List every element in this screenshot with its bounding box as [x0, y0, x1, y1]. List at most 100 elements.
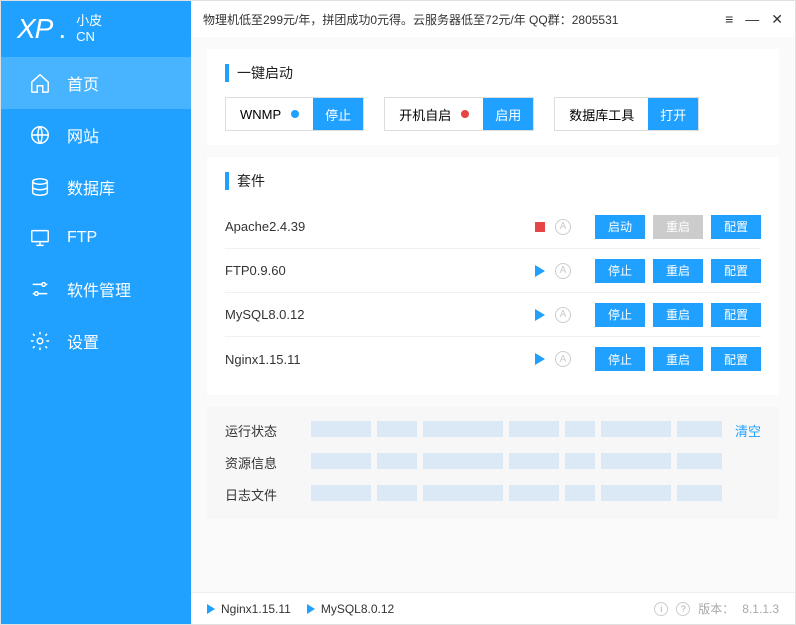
status-label: 资源信息: [225, 453, 295, 473]
component-name: Apache2.4.39: [225, 219, 535, 234]
status-row: 运行状态: [225, 421, 761, 441]
promo-text: 物理机低至299元/年，拼团成功0元得。云服务器低至72元/年 QQ群：2805…: [203, 11, 725, 28]
footer-running-item: Nginx1.15.11: [207, 602, 291, 616]
blurred-content: [565, 485, 595, 501]
config-button[interactable]: 配置: [711, 303, 761, 327]
component-row: Nginx1.15.11 A 停止重启配置: [225, 337, 761, 381]
action-button[interactable]: 停止: [595, 259, 645, 283]
nav-item-database[interactable]: 数据库: [1, 161, 191, 213]
auto-icon[interactable]: A: [555, 219, 571, 235]
main: 物理机低至299元/年，拼团成功0元得。云服务器低至72元/年 QQ群：2805…: [191, 1, 795, 624]
restart-button[interactable]: 重启: [653, 303, 703, 327]
gear-icon: [29, 330, 51, 352]
play-icon: [307, 604, 315, 614]
version-value: 8.1.1.3: [742, 602, 779, 616]
auto-icon[interactable]: A: [555, 351, 571, 367]
nav-item-home[interactable]: 首页: [1, 57, 191, 109]
footer-right: i ? 版本： 8.1.1.3: [654, 600, 779, 617]
action-button[interactable]: 启动: [595, 215, 645, 239]
minimize-icon[interactable]: —: [745, 11, 759, 28]
component-row: FTP0.9.60 A 停止重启配置: [225, 249, 761, 293]
blurred-content: [423, 421, 503, 437]
blurred-content: [377, 453, 417, 469]
component-row: Apache2.4.39 A 启动重启配置: [225, 205, 761, 249]
play-icon: [535, 353, 545, 365]
info-icon[interactable]: i: [654, 602, 668, 616]
close-icon[interactable]: ✕: [771, 11, 783, 28]
quick-button[interactable]: 启用: [483, 98, 533, 130]
component-name: Nginx1.15.11: [225, 352, 535, 367]
component-list: Apache2.4.39A启动重启配置FTP0.9.60A停止重启配置MySQL…: [225, 205, 761, 381]
window-controls: ≡ — ✕: [725, 11, 783, 28]
nav-label: 数据库: [67, 175, 115, 199]
monitor-icon: [29, 227, 51, 249]
menu-icon[interactable]: ≡: [725, 11, 733, 28]
blurred-content: [565, 421, 595, 437]
status-label: 运行状态: [225, 421, 295, 441]
titlebar: 物理机低至299元/年，拼团成功0元得。云服务器低至72元/年 QQ群：2805…: [191, 1, 795, 37]
config-button[interactable]: 配置: [711, 347, 761, 371]
component-status: A: [535, 351, 595, 367]
blurred-content: [677, 421, 722, 437]
section-title: 套件: [225, 171, 761, 191]
logo-text-xp: XP: [17, 13, 52, 45]
blurred-content: [377, 485, 417, 501]
blurred-content: [601, 421, 671, 437]
stop-icon: [535, 222, 545, 232]
quick-button[interactable]: 停止: [313, 98, 363, 130]
blurred-content: [423, 485, 503, 501]
logo-text-cn: 小皮 CN: [76, 13, 102, 44]
quick-start-section: 一键启动 WNMP停止开机自启启用数据库工具打开: [207, 49, 779, 145]
status-label: 日志文件: [225, 485, 295, 505]
quick-button[interactable]: 打开: [648, 98, 698, 130]
play-icon: [207, 604, 215, 614]
nav-item-monitor[interactable]: FTP: [1, 213, 191, 263]
blurred-content: [509, 453, 559, 469]
globe-icon: [29, 124, 51, 146]
component-name: FTP0.9.60: [225, 263, 535, 278]
title-bar-icon: [225, 172, 229, 190]
logo-text-dot: .: [58, 13, 66, 45]
restart-button[interactable]: 重启: [653, 215, 703, 239]
version-label: 版本：: [698, 600, 734, 617]
clear-button[interactable]: 清空: [735, 421, 761, 440]
auto-icon[interactable]: A: [555, 263, 571, 279]
component-row: MySQL8.0.12 A 停止重启配置: [225, 293, 761, 337]
blurred-content: [677, 485, 722, 501]
nav-item-globe[interactable]: 网站: [1, 109, 191, 161]
nav-label: 软件管理: [67, 277, 131, 301]
blurred-content: [677, 453, 722, 469]
nav-item-sliders[interactable]: 软件管理: [1, 263, 191, 315]
action-button[interactable]: 停止: [595, 347, 645, 371]
home-icon: [29, 72, 51, 94]
section-title: 一键启动: [225, 63, 761, 83]
status-dot-icon: [461, 110, 469, 118]
sliders-icon: [29, 278, 51, 300]
components-section: 套件 Apache2.4.39A启动重启配置FTP0.9.60A停止重启配置My…: [207, 157, 779, 395]
config-button[interactable]: 配置: [711, 259, 761, 283]
config-button[interactable]: 配置: [711, 215, 761, 239]
content: 一键启动 WNMP停止开机自启启用数据库工具打开 套件 Apache2.4.39…: [191, 37, 795, 592]
play-icon: [535, 265, 545, 277]
blurred-content: [311, 453, 371, 469]
blurred-content: [377, 421, 417, 437]
component-name: MySQL8.0.12: [225, 307, 535, 322]
status-dot-icon: [291, 110, 299, 118]
quick-item: WNMP停止: [225, 97, 364, 131]
quick-item: 开机自启启用: [384, 97, 534, 131]
nav: 首页网站数据库 FTP 软件管理设置: [1, 57, 191, 624]
quick-label: 数据库工具: [555, 105, 648, 124]
blurred-content: [509, 485, 559, 501]
quick-row: WNMP停止开机自启启用数据库工具打开: [225, 97, 761, 131]
auto-icon[interactable]: A: [555, 307, 571, 323]
nav-label: FTP: [67, 229, 97, 247]
restart-button[interactable]: 重启: [653, 347, 703, 371]
nav-label: 首页: [67, 71, 99, 95]
help-icon[interactable]: ?: [676, 602, 690, 616]
nav-label: 设置: [67, 329, 99, 353]
action-button[interactable]: 停止: [595, 303, 645, 327]
restart-button[interactable]: 重启: [653, 259, 703, 283]
component-status: A: [535, 307, 595, 323]
nav-item-gear[interactable]: 设置: [1, 315, 191, 367]
quick-item: 数据库工具打开: [554, 97, 699, 131]
